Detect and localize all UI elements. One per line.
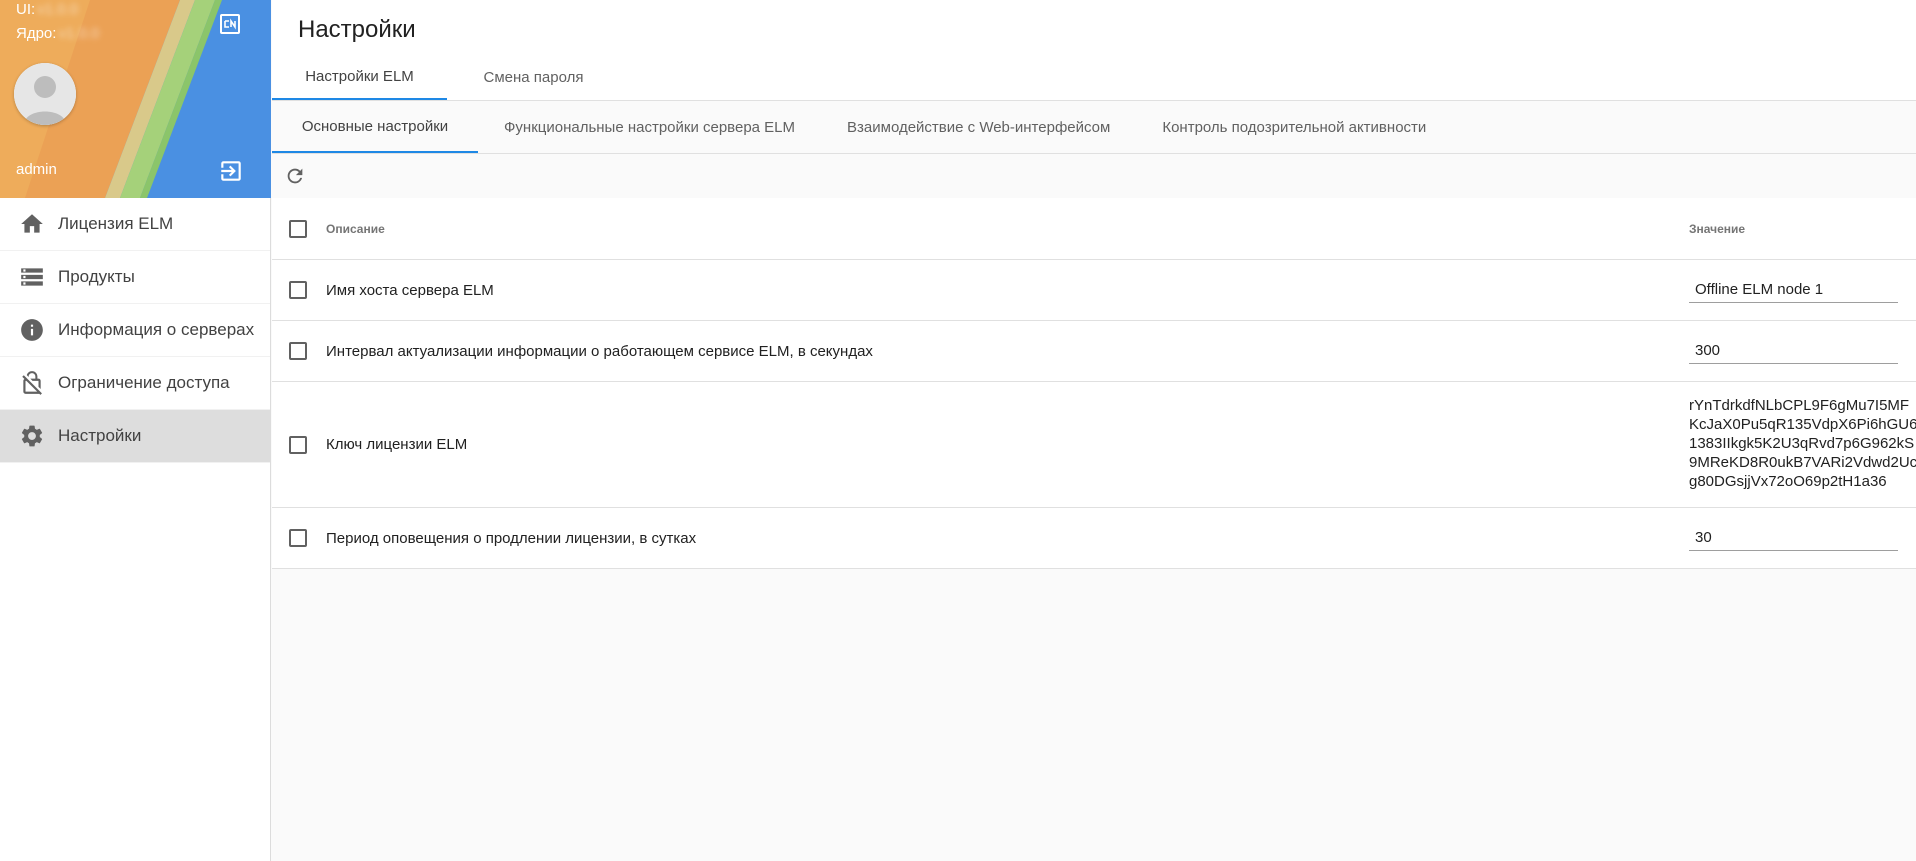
tab-change-password[interactable]: Смена пароля (447, 55, 620, 100)
sidebar: UI: v1.0.0 Ядро: v1.0.0 admin Лицензия E… (0, 0, 271, 861)
sidebar-item-settings[interactable]: Настройки (0, 410, 270, 463)
avatar (14, 63, 76, 125)
table-row: Период оповещения о продлении лицензии, … (272, 508, 1916, 569)
column-header-value: Значение (1689, 221, 1746, 236)
table-row: Интервал актуализации информации о работ… (272, 321, 1916, 382)
profile-panel: UI: v1.0.0 Ядро: v1.0.0 admin (0, 0, 271, 198)
refresh-icon[interactable] (282, 163, 308, 189)
home-icon (18, 210, 46, 238)
column-header-description: Описание (326, 221, 385, 236)
tab-elm-settings[interactable]: Настройки ELM (272, 55, 447, 100)
ui-version-value: v1.0.0 (37, 1, 79, 18)
setting-description: Ключ лицензии ELM (326, 436, 468, 453)
setting-value-input[interactable] (1689, 277, 1898, 303)
ui-version-label: UI: (16, 1, 36, 18)
sidebar-nav: Лицензия ELM Продукты Информация о серве… (0, 198, 270, 463)
settings-table: Описание Значение Имя хоста сервера ELM … (272, 198, 1916, 569)
top-tabs: Настройки ELM Смена пароля (272, 55, 620, 101)
subtab-basic[interactable]: Основные настройки (272, 101, 478, 153)
row-checkbox[interactable] (289, 529, 307, 547)
setting-description: Имя хоста сервера ELM (326, 281, 494, 299)
sidebar-item-label: Ограничение доступа (58, 373, 230, 392)
subtab-web-interaction[interactable]: Взаимодействие с Web-интерфейсом (821, 101, 1136, 153)
sidebar-item-access[interactable]: Ограничение доступа (0, 357, 270, 410)
row-checkbox[interactable] (289, 435, 307, 454)
subtab-suspicious-activity[interactable]: Контроль подозрительной активности (1136, 101, 1452, 153)
select-all-checkbox[interactable] (289, 219, 307, 238)
sidebar-item-servers[interactable]: Информация о серверах (0, 304, 270, 357)
page-title: Настройки (298, 16, 416, 43)
core-version-value: v1.0.0 (58, 25, 100, 42)
core-version-label: Ядро: (16, 25, 57, 42)
sidebar-item-label: Информация о серверах (58, 320, 255, 339)
sidebar-item-license[interactable]: Лицензия ELM (0, 198, 270, 251)
username: admin (16, 161, 57, 178)
setting-value-input[interactable] (1689, 338, 1898, 364)
setting-value-input[interactable] (1689, 525, 1898, 551)
sidebar-item-products[interactable]: Продукты (0, 251, 270, 304)
info-icon (18, 316, 46, 344)
core-version: Ядро: v1.0.0 (16, 25, 99, 42)
table-row: Ключ лицензии ELM rYnTdrkdfNLbCPL9F6gMu7… (272, 382, 1916, 508)
ui-version: UI: v1.0.0 (16, 1, 78, 18)
table-row: Имя хоста сервера ELM (272, 260, 1916, 321)
logout-icon[interactable] (218, 158, 244, 184)
console-icon[interactable] (218, 12, 242, 36)
gear-icon (18, 422, 46, 450)
main-content: Настройки Настройки ELM Смена пароля Осн… (272, 0, 1916, 861)
table-toolbar (272, 154, 1916, 198)
lock-off-icon (18, 369, 46, 397)
row-checkbox[interactable] (289, 281, 307, 299)
row-checkbox[interactable] (289, 342, 307, 360)
user-silhouette-icon (14, 63, 76, 125)
table-header-row: Описание Значение (272, 198, 1916, 260)
sidebar-item-label: Настройки (58, 426, 142, 445)
setting-description: Период оповещения о продлении лицензии, … (326, 529, 697, 547)
license-key-value[interactable]: rYnTdrkdfNLbCPL9F6gMu7I5MF KcJaX0Pu5qR13… (1689, 396, 1916, 491)
setting-description: Интервал актуализации информации о работ… (326, 342, 873, 360)
subtab-server-functional[interactable]: Функциональные настройки сервера ELM (478, 101, 821, 153)
list-icon (18, 263, 46, 291)
sidebar-item-label: Лицензия ELM (58, 214, 174, 233)
sidebar-item-label: Продукты (58, 267, 135, 286)
page-header: Настройки Настройки ELM Смена пароля (272, 0, 1916, 101)
sub-tabs: Основные настройки Функциональные настро… (272, 101, 1916, 154)
